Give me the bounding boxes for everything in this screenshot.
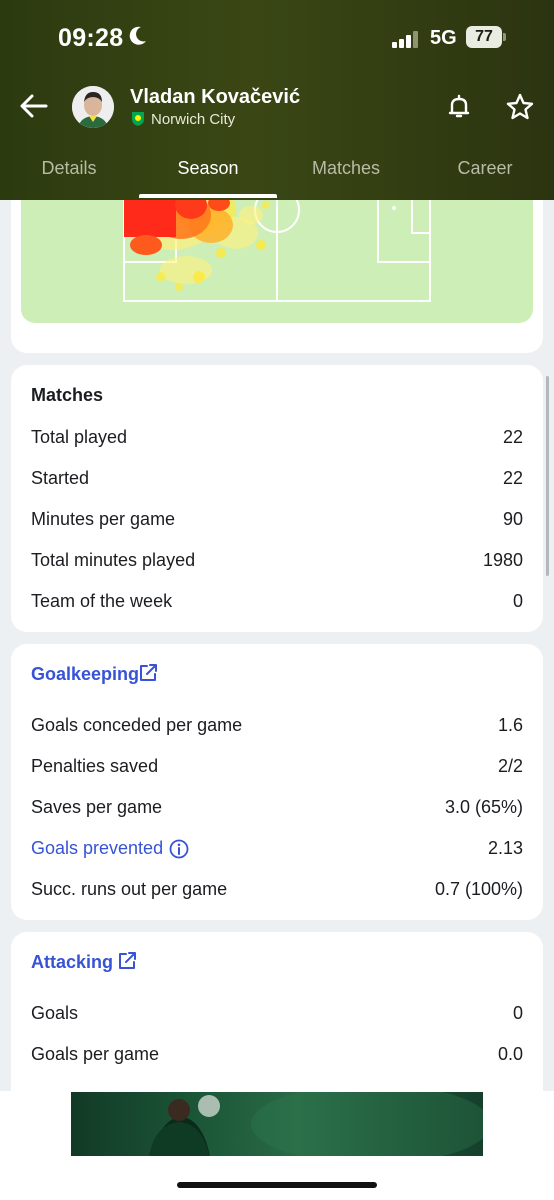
- moon-icon: [128, 25, 148, 53]
- stat-label: Goals per game: [31, 1044, 160, 1064]
- stat-value: 0: [512, 591, 523, 611]
- goals-prevented-link[interactable]: Goals prevented: [31, 838, 163, 859]
- external-link-icon[interactable]: [117, 951, 137, 971]
- stat-label: Started: [31, 468, 90, 488]
- matches-card: Matches Total played 22 Started 22 Minut…: [11, 365, 543, 632]
- network-type: 5G: [430, 27, 457, 49]
- stat-value: 0.0: [497, 1044, 523, 1064]
- avatar[interactable]: [72, 86, 114, 128]
- stat-value: 0.7 (100%): [434, 879, 523, 899]
- stat-value: 22: [502, 427, 523, 447]
- stat-label: Goals conceded per game: [31, 715, 243, 735]
- stat-label: Minutes per game: [31, 509, 176, 529]
- advertisement-banner[interactable]: [71, 1092, 483, 1156]
- stat-label: Saves per game: [31, 797, 163, 817]
- stat-label: Total played: [31, 427, 128, 447]
- bell-icon[interactable]: [446, 94, 472, 120]
- tab-career[interactable]: Career: [416, 158, 554, 179]
- star-icon[interactable]: [505, 92, 535, 122]
- status-bar: 09:28 5G 77: [0, 0, 554, 76]
- status-time: 09:28: [58, 24, 124, 52]
- club-crest-icon: [130, 111, 146, 127]
- stat-value: 90: [502, 509, 523, 529]
- stat-value: 1.6: [497, 715, 523, 735]
- player-name: Vladan Kovačević: [130, 86, 301, 108]
- home-indicator[interactable]: [177, 1182, 377, 1188]
- club-name[interactable]: Norwich City: [151, 111, 235, 128]
- stat-label: Total minutes played: [31, 550, 196, 570]
- stat-value: 2/2: [497, 756, 523, 776]
- signal-icon: [392, 30, 422, 48]
- app-header: 09:28 5G 77 Vladan Kovačević Norwich Cit…: [0, 0, 554, 200]
- goalkeeping-title-link[interactable]: Goalkeeping: [31, 664, 139, 685]
- heatmap-card: [11, 175, 543, 353]
- external-link-icon[interactable]: [138, 663, 158, 683]
- stat-label: Penalties saved: [31, 756, 159, 776]
- stat-label: Team of the week: [31, 591, 173, 611]
- stat-value: 1980: [482, 550, 523, 570]
- tab-details[interactable]: Details: [0, 158, 138, 179]
- active-tab-indicator: [139, 194, 277, 198]
- stat-label: Goals: [31, 1003, 79, 1023]
- back-arrow-icon[interactable]: [18, 90, 50, 122]
- stat-value: 2.13: [487, 838, 523, 858]
- battery-tip: [503, 33, 506, 41]
- info-icon[interactable]: [169, 839, 189, 859]
- battery-level: 77: [466, 26, 502, 48]
- tab-season[interactable]: Season: [139, 158, 277, 179]
- stat-value: 3.0 (65%): [444, 797, 523, 817]
- matches-title: Matches: [31, 385, 104, 405]
- stat-value: 0: [512, 1003, 523, 1023]
- tab-matches[interactable]: Matches: [277, 158, 415, 179]
- attacking-title-link[interactable]: Attacking: [31, 952, 113, 973]
- stat-label: Succ. runs out per game: [31, 879, 228, 899]
- scrollbar[interactable]: [546, 376, 549, 576]
- tab-bar: Details Season Matches Career: [0, 148, 554, 200]
- goalkeeping-card: Goalkeeping Goals conceded per game 1.6 …: [11, 644, 543, 920]
- stat-value: 22: [502, 468, 523, 488]
